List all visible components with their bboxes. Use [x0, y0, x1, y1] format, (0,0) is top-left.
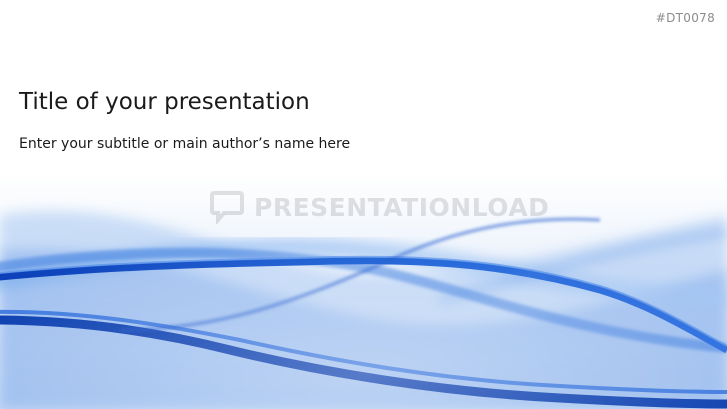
speech-bubble-logo-icon — [210, 191, 244, 224]
slide: #DT0078 Title of your presentation Enter… — [0, 0, 727, 409]
presentationload-watermark: PRESENTATIONLOAD — [210, 190, 549, 224]
slide-title[interactable]: Title of your presentation — [19, 89, 310, 115]
watermark-text: PRESENTATIONLOAD — [254, 192, 550, 222]
slide-code-label: #DT0078 — [655, 11, 715, 25]
slide-subtitle[interactable]: Enter your subtitle or main author’s nam… — [19, 136, 350, 152]
